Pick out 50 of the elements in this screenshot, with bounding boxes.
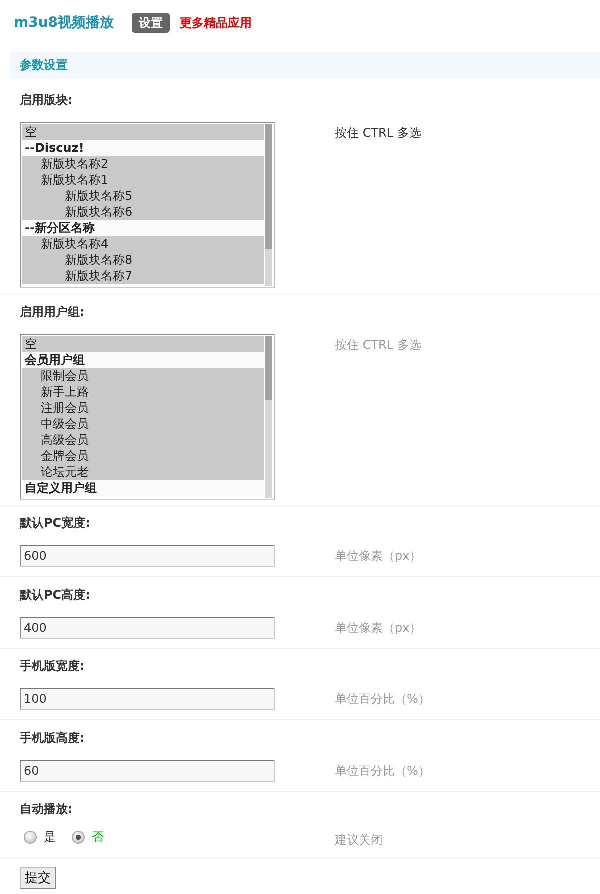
list-option[interactable]: 中级会员 xyxy=(22,416,264,432)
multi-select-list[interactable]: 空 会员用户组 限制会员 新手上路 注册会员 中级会员 高级会员 金牌会员 论坛元老 自定义用户组 xyxy=(20,334,275,500)
option-group-label: --新分区名称 xyxy=(22,220,264,236)
setting-label: 启用版块: xyxy=(20,92,73,108)
list-option[interactable]: 空 xyxy=(22,124,264,140)
setting-label: 手机版高度: xyxy=(20,730,85,746)
list-option[interactable]: 新版块名称5 xyxy=(22,188,264,204)
list-option[interactable]: 限制会员 xyxy=(22,368,264,384)
more-apps-link[interactable]: 更多精品应用 xyxy=(180,14,252,32)
setting-label: 手机版宽度: xyxy=(20,658,85,674)
text-field[interactable]: 600 xyxy=(20,545,275,567)
list-option[interactable]: 注册会员 xyxy=(22,400,264,416)
list-option[interactable]: 空 xyxy=(22,336,264,352)
list-option[interactable]: 新版块名称7 xyxy=(22,268,264,284)
text-field[interactable]: 60 xyxy=(20,760,275,782)
radio-icon xyxy=(72,830,85,844)
setting-hint: 单位像素（px） xyxy=(335,620,422,636)
option-group-label: 会员用户组 xyxy=(22,352,264,368)
setting-hint: 按住 CTRL 多选 xyxy=(335,125,422,141)
setting-hint: 单位百分比（%） xyxy=(335,691,430,707)
list-option[interactable]: 新版块名称2 xyxy=(22,156,264,172)
list-option[interactable]: 新版块名称8 xyxy=(22,252,264,268)
text-field[interactable]: 400 xyxy=(20,616,275,638)
setting-label: 默认PC高度: xyxy=(20,586,90,602)
option-group-label: --Discuz! xyxy=(22,140,264,156)
submit-button[interactable]: 提交 xyxy=(20,867,56,889)
radio-icon xyxy=(24,830,37,844)
setting-label: 自动播放: xyxy=(20,801,73,817)
list-option[interactable]: 新版块名称1 xyxy=(22,172,264,188)
section-header: 参数设置 xyxy=(10,52,600,79)
list-option[interactable]: 论坛元老 xyxy=(22,464,264,480)
setting-hint: 单位百分比（%） xyxy=(335,762,430,778)
list-option[interactable]: 新手上路 xyxy=(22,384,264,400)
setting-label: 启用用户组: xyxy=(20,304,85,320)
text-field[interactable]: 100 xyxy=(20,688,275,710)
page-title: m3u8视频播放 xyxy=(14,14,114,32)
setting-label: 默认PC宽度: xyxy=(20,515,90,531)
scrollbar-thumb[interactable] xyxy=(265,336,272,400)
multi-select-list[interactable]: 空 --Discuz! 新版块名称2 新版块名称1 新版块名称5 新版块名称6 --新分区名称 新版块名称4 新版块名称8 新版块名称7 xyxy=(20,122,275,288)
scrollbar-thumb[interactable] xyxy=(265,124,272,249)
list-option[interactable]: 新版块名称4 xyxy=(22,236,264,252)
radio-option[interactable]: 是 xyxy=(24,829,56,845)
list-option[interactable]: 新版块名称6 xyxy=(22,204,264,220)
option-group-label: 自定义用户组 xyxy=(22,480,264,496)
list-option[interactable]: 金牌会员 xyxy=(22,448,264,464)
setting-hint: 单位像素（px） xyxy=(335,548,422,564)
setting-hint: 建议关闭 xyxy=(335,832,383,848)
setting-hint: 按住 CTRL 多选 xyxy=(335,336,422,352)
list-option[interactable]: 高级会员 xyxy=(22,432,264,448)
settings-tab[interactable]: 设置 xyxy=(132,13,170,33)
